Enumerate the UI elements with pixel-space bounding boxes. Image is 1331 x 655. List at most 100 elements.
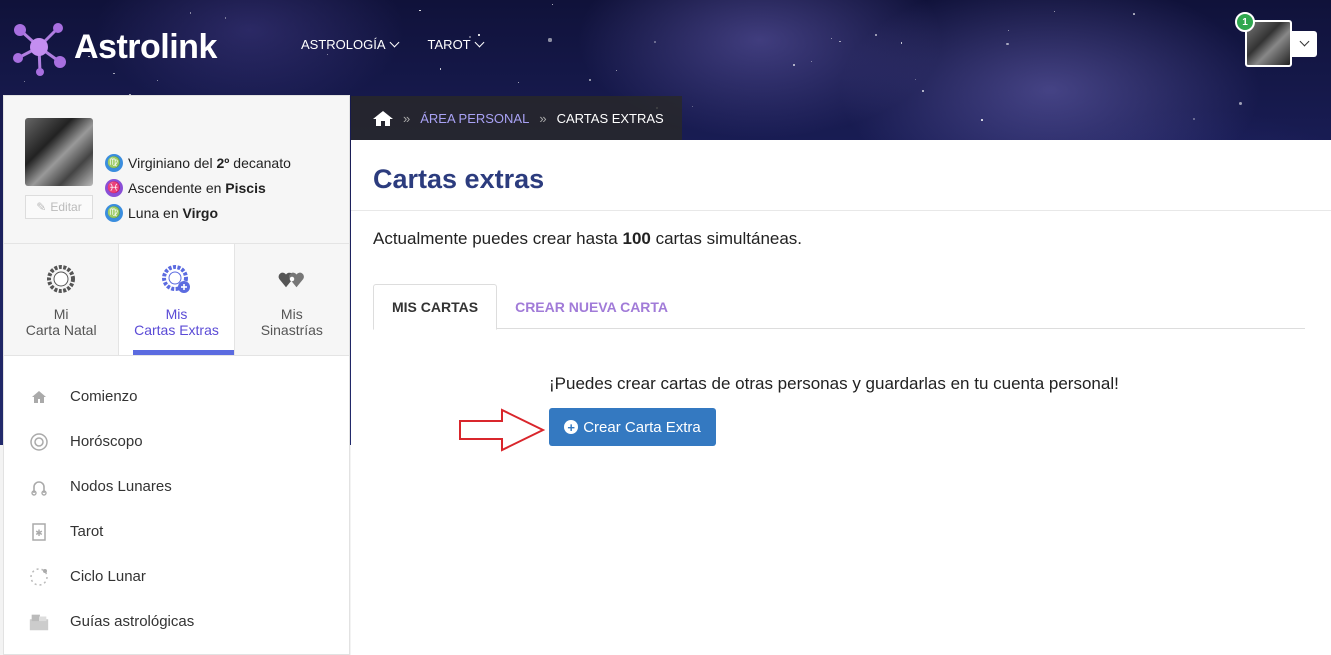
arrow-right-icon [459, 408, 545, 452]
star [981, 118, 984, 121]
menu-item-label: Guías astrológicas [70, 613, 195, 630]
ascendant-text: Ascendente en Piscis [128, 179, 266, 196]
menu-item-ciclo-lunar[interactable]: Ciclo Lunar [4, 554, 349, 599]
svg-text:✱: ✱ [35, 528, 43, 538]
edit-label: Editar [50, 200, 82, 214]
star [548, 38, 552, 42]
plus-circle-icon: + [564, 420, 579, 434]
menu-item-label: Horóscopo [70, 433, 143, 450]
ascendant-sign: ♓ Ascendente en Piscis [105, 175, 291, 200]
edit-profile-button[interactable]: ✎ Editar [25, 195, 93, 219]
user-menu[interactable]: 1 [1235, 12, 1317, 67]
profile-photo[interactable] [25, 118, 93, 186]
star [792, 63, 795, 66]
star [900, 42, 903, 45]
nav-tarot[interactable]: TAROT [427, 37, 485, 52]
menu-item-label: Tarot [70, 523, 104, 540]
natal-chart-icon [47, 265, 76, 293]
star [653, 41, 656, 44]
tab-carta-natal[interactable]: Mi Carta Natal [4, 244, 120, 355]
logo-text: Astrolink [74, 27, 217, 66]
star [1132, 12, 1135, 15]
menu-item-label: Nodos Lunares [70, 478, 172, 495]
chevron-down-icon [1299, 36, 1309, 47]
tab-cartas-extras-line1: Mis [165, 306, 188, 322]
menu-item-nodos-lunares[interactable]: Nodos Lunares [4, 464, 349, 509]
moon-sign-text: Luna en Virgo [128, 204, 219, 221]
menu-item-guias[interactable]: Guías astrológicas [4, 599, 349, 644]
virgo-icon: ♍ [105, 203, 123, 222]
title-divider [351, 210, 1331, 211]
hearts-icon [278, 272, 304, 288]
star [810, 61, 812, 63]
star [517, 81, 519, 83]
star [839, 40, 841, 43]
breadcrumb-current: CARTAS EXTRAS [556, 110, 664, 126]
home-icon[interactable] [373, 110, 393, 127]
moon-sign: ♍ Luna en Virgo [105, 200, 291, 225]
horoscope-icon [28, 431, 50, 453]
user-dropdown-button[interactable] [1291, 30, 1317, 57]
tab-sinastrias[interactable]: Mis Sinastrías [235, 244, 349, 355]
menu-item-label: Ciclo Lunar [70, 568, 146, 585]
promo-text: ¡Puedes crear cartas de otras personas y… [549, 374, 1119, 393]
tab-cartas-extras-line2: Cartas Extras [134, 322, 219, 338]
sidebar-tabs: Mi Carta Natal Mis Cartas Extras Mis Sin… [4, 244, 349, 356]
sun-sign: ♍ Virginiano del 2º decanato [105, 150, 291, 175]
virgo-icon: ♍ [105, 153, 123, 172]
star [830, 38, 832, 40]
star [439, 68, 442, 70]
star [691, 106, 693, 108]
star [615, 69, 617, 71]
nav-tarot-label: TAROT [427, 37, 471, 52]
star [326, 54, 328, 56]
home-icon [28, 386, 50, 408]
tab-cartas-extras[interactable]: Mis Cartas Extras [119, 244, 235, 355]
pencil-icon: ✎ [36, 200, 47, 214]
nav-astrologia[interactable]: ASTROLOGÍA [301, 37, 399, 52]
star [24, 81, 26, 83]
charts-tabs: MIS CARTAS CREAR NUEVA CARTA [373, 284, 1305, 330]
extra-charts-icon [162, 265, 191, 293]
page-title: Cartas extras [373, 164, 545, 194]
breadcrumb-separator: » [403, 110, 411, 126]
menu-item-horoscopo[interactable]: Horóscopo [4, 419, 349, 464]
tab-carta-natal-line1: Mi [53, 306, 69, 322]
sidebar-menu: Comienzo Horóscopo Nodos Lunares ✱ Tarot… [4, 356, 349, 644]
tab-sinastrias-line1: Mis [280, 306, 303, 322]
menu-item-tarot[interactable]: ✱ Tarot [4, 509, 349, 554]
tarot-card-icon: ✱ [28, 521, 50, 543]
tab-crear-nueva-carta[interactable]: CREAR NUEVA CARTA [497, 284, 686, 329]
breadcrumb-link-area-personal[interactable]: ÁREA PERSONAL [420, 111, 529, 126]
nav-astrologia-label: ASTROLOGÍA [301, 37, 386, 52]
create-extra-chart-button[interactable]: + Crear Carta Extra [549, 408, 716, 446]
star [1053, 10, 1055, 12]
notification-badge[interactable]: 1 [1235, 12, 1255, 32]
pisces-icon: ♓ [105, 178, 123, 197]
star [922, 89, 925, 92]
star [914, 78, 916, 80]
menu-item-comienzo[interactable]: Comienzo [4, 374, 349, 419]
star [588, 78, 591, 81]
logo[interactable]: Astrolink [10, 18, 217, 76]
zodiac-signs: ♍ Virginiano del 2º decanato ♓ Ascendent… [105, 150, 291, 225]
chevron-down-icon [474, 37, 485, 48]
star [551, 3, 554, 6]
profile-card: ✎ Editar ♍ Virginiano del 2º decanato ♓ … [4, 96, 349, 244]
tab-mis-cartas[interactable]: MIS CARTAS [373, 284, 498, 330]
lunar-nodes-icon [28, 476, 50, 498]
guides-icon [28, 611, 50, 633]
star [875, 34, 877, 37]
main-panel: Cartas extras Actualmente puedes crear h… [351, 140, 1331, 655]
star [156, 79, 158, 81]
chevron-down-icon [389, 37, 399, 48]
page-description: Actualmente puedes crear hasta 100 carta… [373, 229, 803, 248]
moon-cycle-icon [28, 566, 50, 588]
star [1007, 29, 1010, 32]
star [1006, 42, 1009, 45]
molecule-logo-icon [13, 23, 66, 76]
breadcrumb: » ÁREA PERSONAL » CARTAS EXTRAS [351, 96, 682, 140]
star [419, 9, 421, 12]
top-nav: ASTROLOGÍA TAROT [301, 37, 485, 52]
menu-item-label: Comienzo [70, 388, 138, 405]
